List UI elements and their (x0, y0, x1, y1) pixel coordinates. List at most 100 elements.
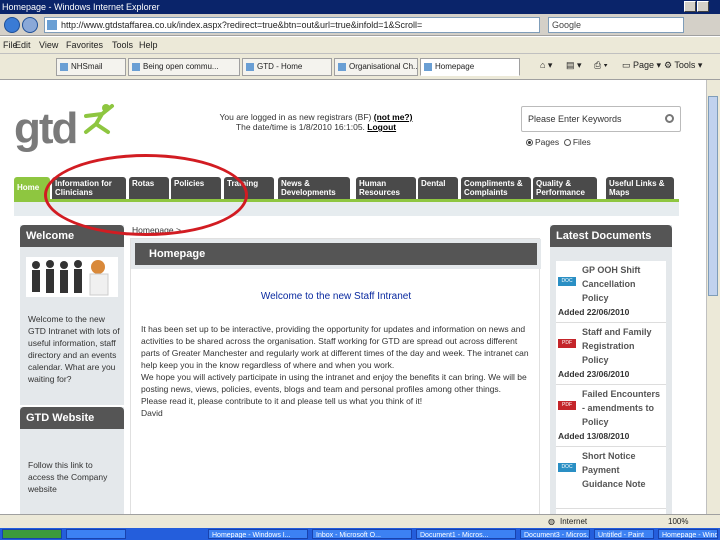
menu-view[interactable]: View (39, 37, 58, 54)
menu-favorites[interactable]: Favorites (66, 37, 103, 54)
page-title: Homepage (135, 243, 537, 265)
tab-label: Organisational Ch... (349, 62, 418, 71)
files-radio[interactable] (563, 139, 571, 146)
menu-tools[interactable]: Tools (112, 37, 133, 54)
pages-radio[interactable] (526, 139, 533, 146)
body-signoff: David (141, 408, 163, 418)
latest-documents-panel: Latest Documents DOC GP OOH Shift Cancel… (550, 225, 672, 514)
window-title-bar: Homepage - Windows Internet Explorer (0, 0, 720, 14)
pages-label: Pages (535, 137, 560, 147)
taskbar-item[interactable]: Homepage - Windows I... (208, 529, 308, 539)
gtd-website-link[interactable]: Follow this link to access the Company w… (28, 459, 120, 495)
doc-icon: DOC (558, 277, 576, 286)
tab-label: GTD - Home (257, 62, 303, 71)
tab-icon (132, 63, 140, 71)
taskbar-item[interactable]: Homepage - Windo... (658, 529, 718, 539)
document-date: Added 22/06/2010 (558, 307, 630, 317)
taskbar-item[interactable]: Untitled - Paint (594, 529, 654, 539)
tab-homepage[interactable]: Homepage (420, 58, 520, 76)
latest-documents-title: Latest Documents (550, 225, 672, 247)
minimize-icon[interactable] (684, 1, 696, 12)
gtd-website-panel: GTD Website Follow this link to access t… (20, 407, 124, 514)
address-field[interactable]: http://www.gtdstaffarea.co.uk/index.aspx… (44, 17, 540, 33)
login-text: You are logged in as new registrars (BF) (219, 112, 372, 122)
files-label: Files (572, 137, 591, 147)
main-content: Homepage Welcome to the new Staff Intran… (130, 238, 541, 514)
tab-organisational[interactable]: Organisational Ch... (334, 58, 418, 76)
list-item: DOC Short Notice Payment Guidance Note (556, 447, 666, 509)
browser-search-placeholder: Google (552, 20, 582, 30)
window-title: Homepage - Windows Internet Explorer (2, 2, 160, 12)
tools-menu[interactable]: ⚙ Tools ▾ (664, 60, 702, 71)
welcome-heading: Welcome to the new Staff Intranet (260, 291, 412, 302)
menu-edit[interactable]: Edit (15, 37, 31, 54)
tab-bar: NHSmail Being open commu... GTD - Home O… (0, 54, 720, 80)
logout-link[interactable]: Logout (367, 122, 396, 132)
nav-quality-performance[interactable]: Quality & Performance (533, 177, 597, 199)
tab-icon (338, 63, 346, 71)
not-me-link[interactable]: (not me?) (374, 112, 413, 122)
nav-compliments-complaints[interactable]: Compliments & Complaints (461, 177, 531, 199)
body-paragraph: Please read it, please contribute to it … (141, 396, 423, 406)
pdf-icon: PDF (558, 401, 576, 410)
gtd-website-title: GTD Website (20, 407, 124, 429)
document-link[interactable]: GP OOH Shift Cancellation Policy (582, 263, 662, 305)
address-text: http://www.gtdstaffarea.co.uk/index.aspx… (61, 20, 423, 30)
taskbar-item[interactable]: Document1 - Micros... (416, 529, 516, 539)
tools-menu-label: Tools (674, 60, 696, 70)
list-item: PDF Failed Encounters - amendments to Po… (556, 385, 666, 447)
taskbar-item[interactable]: Inbox - Microsoft O... (312, 529, 412, 539)
start-button[interactable] (2, 529, 62, 539)
red-annotation-circle (44, 154, 248, 236)
maximize-icon[interactable] (697, 1, 709, 12)
page-menu-label: Page (633, 60, 655, 70)
tab-icon (60, 63, 68, 71)
tab-nhsmail[interactable]: NHSmail (56, 58, 126, 76)
nav-news-developments[interactable]: News & Developments (278, 177, 350, 199)
status-bar: ◍ Internet 100% (0, 514, 720, 528)
nav-human-resources[interactable]: Human Resources (356, 177, 416, 199)
feeds-icon[interactable]: ▤ ▾ (566, 60, 582, 71)
list-item: DOC GP OOH Shift Cancellation Policy Add… (556, 261, 666, 323)
zoom-level[interactable]: 100% (668, 515, 688, 528)
welcome-text: Welcome to the new GTD Intranet with lot… (28, 314, 120, 384)
tab-label: NHSmail (71, 62, 103, 71)
document-link[interactable]: Staff and Family Registration Policy (582, 325, 662, 367)
windows-taskbar: Homepage - Windows I... Inbox - Microsof… (0, 528, 720, 540)
list-item: PDF Staff and Family Registration Policy… (556, 323, 666, 385)
login-status: You are logged in as new registrars (BF)… (206, 112, 426, 132)
datetime-text: The date/time is 1/8/2010 16:1:05. (235, 122, 365, 132)
body-paragraph: We hope you will actively participate in… (141, 372, 527, 394)
menu-help[interactable]: Help (139, 37, 158, 54)
site-search-placeholder: Please Enter Keywords (528, 114, 622, 124)
logo-figure-icon (84, 104, 114, 134)
welcome-panel: Welcome Welcome to the new GTD Intranet … (20, 225, 124, 405)
back-icon[interactable] (4, 17, 20, 33)
document-link[interactable]: Failed Encounters - amendments to Policy (582, 387, 662, 429)
nav-dental[interactable]: Dental (418, 177, 458, 199)
taskbar-item[interactable] (66, 529, 126, 539)
tab-being-open[interactable]: Being open commu... (128, 58, 240, 76)
site-search-input[interactable]: Please Enter Keywords (521, 106, 681, 132)
page-menu[interactable]: ▭ Page ▾ (622, 60, 661, 71)
home-icon[interactable]: ⌂ ▾ (540, 60, 552, 71)
tab-icon (424, 63, 432, 71)
staff-photo (26, 257, 118, 297)
document-link[interactable]: Short Notice Payment Guidance Note (582, 449, 662, 491)
search-icon[interactable] (665, 114, 674, 123)
page-icon (47, 20, 57, 30)
search-scope: Pages Files (526, 137, 591, 147)
pdf-icon: PDF (558, 339, 576, 348)
document-date: Added 23/06/2010 (558, 369, 630, 379)
gtd-logo[interactable]: gtd (14, 104, 78, 154)
documents-list: DOC GP OOH Shift Cancellation Policy Add… (556, 261, 666, 514)
taskbar-item[interactable]: Document3 - Micros... (520, 529, 590, 539)
address-toolbar: http://www.gtdstaffarea.co.uk/index.aspx… (0, 14, 720, 36)
browser-search-input[interactable]: Google (548, 17, 684, 33)
scrollbar-thumb[interactable] (708, 96, 718, 296)
tab-gtd-home[interactable]: GTD - Home (242, 58, 332, 76)
print-icon[interactable]: ⎙ ▾ (594, 60, 607, 71)
forward-icon[interactable] (22, 17, 38, 33)
body-text: It has been set up to be interactive, pr… (141, 323, 537, 419)
nav-useful-links-maps[interactable]: Useful Links & Maps (606, 177, 674, 199)
